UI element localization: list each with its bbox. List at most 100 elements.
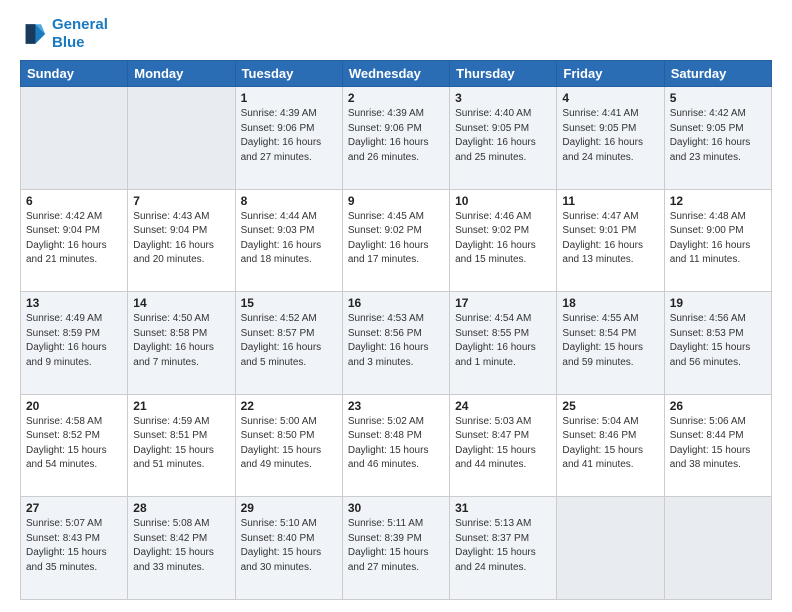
day-detail: Sunrise: 5:03 AM Sunset: 8:47 PM Dayligh… (455, 415, 551, 473)
day-detail: Sunrise: 4:52 AM Sunset: 8:57 PM Dayligh… (241, 312, 337, 370)
day-detail: Sunrise: 4:46 AM Sunset: 9:02 PM Dayligh… (455, 210, 551, 268)
header: General Blue (20, 16, 772, 52)
calendar-cell: 18 Sunrise: 4:55 AM Sunset: 8:54 PM Dayli… (557, 292, 664, 395)
calendar-cell: 17 Sunrise: 4:54 AM Sunset: 8:55 PM Dayli… (450, 292, 557, 395)
day-detail: Sunrise: 4:41 AM Sunset: 9:05 PM Dayligh… (562, 107, 658, 165)
day-number: 14 (133, 296, 229, 310)
calendar-cell: 29Sunrise: 5:10 AM Sunset: 8:40 PM Dayli… (235, 497, 342, 600)
calendar-cell: 22 Sunrise: 5:00 AM Sunset: 8:50 PM Dayli… (235, 394, 342, 497)
calendar-cell: 13Sunrise: 4:49 AM Sunset: 8:59 PM Dayli… (21, 292, 128, 395)
day-detail: Sunrise: 4:42 AM Sunset: 9:04 PM Dayligh… (26, 210, 122, 268)
day-number: 11 (562, 194, 658, 208)
day-number: 1 (241, 91, 337, 105)
day-number: 20 (26, 399, 122, 413)
day-detail: Sunrise: 4:39 AM Sunset: 9:06 PM Dayligh… (241, 107, 337, 165)
calendar-cell (128, 87, 235, 190)
calendar-week-row: 13Sunrise: 4:49 AM Sunset: 8:59 PM Dayli… (21, 292, 772, 395)
day-detail: Sunrise: 4:44 AM Sunset: 9:03 PM Dayligh… (241, 210, 337, 268)
day-number: 25 (562, 399, 658, 413)
calendar-cell: 3 Sunrise: 4:40 AM Sunset: 9:05 PM Daylig… (450, 87, 557, 190)
calendar-cell: 28Sunrise: 5:08 AM Sunset: 8:42 PM Dayli… (128, 497, 235, 600)
day-detail: Sunrise: 5:11 AM Sunset: 8:39 PM Dayligh… (348, 517, 444, 575)
day-detail: Sunrise: 4:56 AM Sunset: 8:53 PM Dayligh… (670, 312, 766, 370)
day-number: 31 (455, 501, 551, 515)
day-number: 22 (241, 399, 337, 413)
day-header-tuesday: Tuesday (235, 61, 342, 87)
calendar-cell: 4 Sunrise: 4:41 AM Sunset: 9:05 PM Daylig… (557, 87, 664, 190)
calendar-cell: 19 Sunrise: 4:56 AM Sunset: 8:53 PM Dayli… (664, 292, 771, 395)
day-number: 10 (455, 194, 551, 208)
day-detail: Sunrise: 4:40 AM Sunset: 9:05 PM Dayligh… (455, 107, 551, 165)
day-detail: Sunrise: 4:54 AM Sunset: 8:55 PM Dayligh… (455, 312, 551, 370)
calendar-week-row: 1 Sunrise: 4:39 AM Sunset: 9:06 PM Daylig… (21, 87, 772, 190)
day-number: 27 (26, 501, 122, 515)
calendar-cell: 11Sunrise: 4:47 AM Sunset: 9:01 PM Dayli… (557, 189, 664, 292)
day-detail: Sunrise: 5:13 AM Sunset: 8:37 PM Dayligh… (455, 517, 551, 575)
day-detail: Sunrise: 4:59 AM Sunset: 8:51 PM Dayligh… (133, 415, 229, 473)
day-number: 4 (562, 91, 658, 105)
day-detail: Sunrise: 5:10 AM Sunset: 8:40 PM Dayligh… (241, 517, 337, 575)
calendar-cell: 30 Sunrise: 5:11 AM Sunset: 8:39 PM Dayli… (342, 497, 449, 600)
day-number: 16 (348, 296, 444, 310)
calendar-cell: 16 Sunrise: 4:53 AM Sunset: 8:56 PM Dayli… (342, 292, 449, 395)
day-header-friday: Friday (557, 61, 664, 87)
day-number: 26 (670, 399, 766, 413)
calendar-cell: 9 Sunrise: 4:45 AM Sunset: 9:02 PM Daylig… (342, 189, 449, 292)
day-number: 9 (348, 194, 444, 208)
day-number: 28 (133, 501, 229, 515)
calendar-cell: 31 Sunrise: 5:13 AM Sunset: 8:37 PM Dayli… (450, 497, 557, 600)
day-detail: Sunrise: 4:43 AM Sunset: 9:04 PM Dayligh… (133, 210, 229, 268)
day-number: 6 (26, 194, 122, 208)
calendar-cell: 20 Sunrise: 4:58 AM Sunset: 8:52 PM Dayli… (21, 394, 128, 497)
day-number: 8 (241, 194, 337, 208)
calendar-week-row: 20 Sunrise: 4:58 AM Sunset: 8:52 PM Dayli… (21, 394, 772, 497)
calendar-cell: 21Sunrise: 4:59 AM Sunset: 8:51 PM Dayli… (128, 394, 235, 497)
calendar-header-row: SundayMondayTuesdayWednesdayThursdayFrid… (21, 61, 772, 87)
day-header-saturday: Saturday (664, 61, 771, 87)
day-detail: Sunrise: 4:58 AM Sunset: 8:52 PM Dayligh… (26, 415, 122, 473)
calendar-cell: 25 Sunrise: 5:04 AM Sunset: 8:46 PM Dayli… (557, 394, 664, 497)
day-number: 23 (348, 399, 444, 413)
logo-text: General Blue (52, 16, 108, 52)
day-number: 12 (670, 194, 766, 208)
calendar-cell: 7Sunrise: 4:43 AM Sunset: 9:04 PM Daylig… (128, 189, 235, 292)
day-number: 3 (455, 91, 551, 105)
calendar-cell (21, 87, 128, 190)
day-number: 2 (348, 91, 444, 105)
day-detail: Sunrise: 5:07 AM Sunset: 8:43 PM Dayligh… (26, 517, 122, 575)
calendar-cell (664, 497, 771, 600)
day-number: 30 (348, 501, 444, 515)
calendar-cell: 24Sunrise: 5:03 AM Sunset: 8:47 PM Dayli… (450, 394, 557, 497)
day-detail: Sunrise: 4:45 AM Sunset: 9:02 PM Dayligh… (348, 210, 444, 268)
calendar-cell: 8 Sunrise: 4:44 AM Sunset: 9:03 PM Daylig… (235, 189, 342, 292)
day-detail: Sunrise: 5:06 AM Sunset: 8:44 PM Dayligh… (670, 415, 766, 473)
day-number: 19 (670, 296, 766, 310)
day-detail: Sunrise: 4:42 AM Sunset: 9:05 PM Dayligh… (670, 107, 766, 165)
calendar-cell: 2 Sunrise: 4:39 AM Sunset: 9:06 PM Daylig… (342, 87, 449, 190)
day-detail: Sunrise: 4:48 AM Sunset: 9:00 PM Dayligh… (670, 210, 766, 268)
day-detail: Sunrise: 5:00 AM Sunset: 8:50 PM Dayligh… (241, 415, 337, 473)
day-detail: Sunrise: 4:50 AM Sunset: 8:58 PM Dayligh… (133, 312, 229, 370)
calendar-cell: 15 Sunrise: 4:52 AM Sunset: 8:57 PM Dayli… (235, 292, 342, 395)
calendar-table: SundayMondayTuesdayWednesdayThursdayFrid… (20, 60, 772, 600)
calendar-cell: 1 Sunrise: 4:39 AM Sunset: 9:06 PM Daylig… (235, 87, 342, 190)
day-number: 18 (562, 296, 658, 310)
day-number: 5 (670, 91, 766, 105)
day-detail: Sunrise: 4:53 AM Sunset: 8:56 PM Dayligh… (348, 312, 444, 370)
day-number: 13 (26, 296, 122, 310)
day-header-sunday: Sunday (21, 61, 128, 87)
calendar-cell: 23 Sunrise: 5:02 AM Sunset: 8:48 PM Dayli… (342, 394, 449, 497)
day-number: 15 (241, 296, 337, 310)
logo-icon (20, 20, 48, 48)
day-detail: Sunrise: 4:55 AM Sunset: 8:54 PM Dayligh… (562, 312, 658, 370)
calendar-cell: 6 Sunrise: 4:42 AM Sunset: 9:04 PM Daylig… (21, 189, 128, 292)
page: General Blue SundayMondayTuesdayWednesda… (0, 0, 792, 612)
day-number: 17 (455, 296, 551, 310)
calendar-cell: 5 Sunrise: 4:42 AM Sunset: 9:05 PM Daylig… (664, 87, 771, 190)
day-detail: Sunrise: 5:04 AM Sunset: 8:46 PM Dayligh… (562, 415, 658, 473)
day-detail: Sunrise: 4:39 AM Sunset: 9:06 PM Dayligh… (348, 107, 444, 165)
day-header-thursday: Thursday (450, 61, 557, 87)
calendar-cell (557, 497, 664, 600)
calendar-cell: 14 Sunrise: 4:50 AM Sunset: 8:58 PM Dayli… (128, 292, 235, 395)
day-detail: Sunrise: 5:02 AM Sunset: 8:48 PM Dayligh… (348, 415, 444, 473)
